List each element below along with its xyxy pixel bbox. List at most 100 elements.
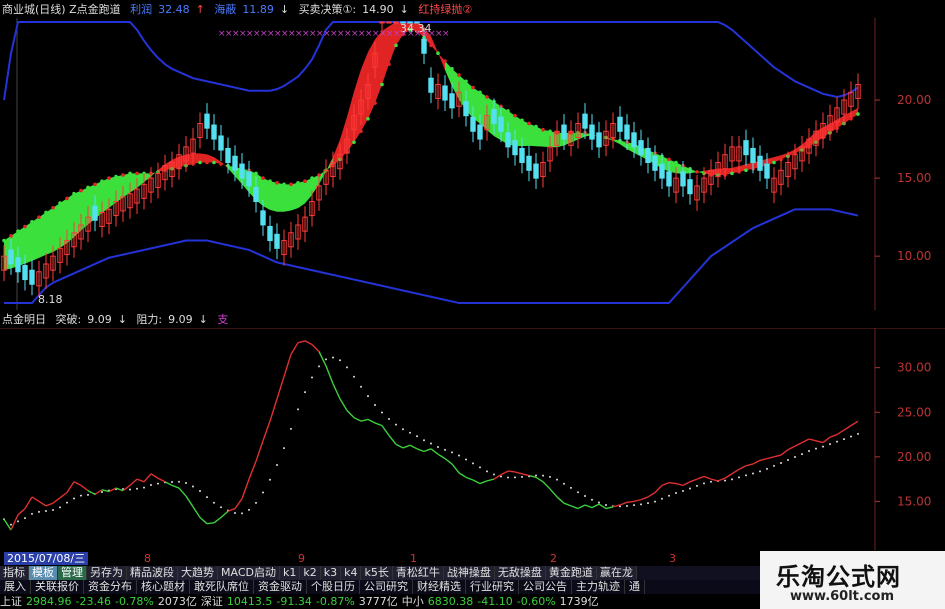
indicator-tab[interactable]: 另存为 — [87, 566, 127, 580]
ma-dot — [59, 506, 61, 509]
indicator-tab[interactable]: 管理 — [58, 566, 87, 580]
trend-ribbon — [333, 139, 340, 166]
info-tab[interactable]: 资金分布 — [84, 580, 137, 594]
indicator-tab[interactable]: 无敌操盘 — [494, 566, 546, 580]
ma-dot — [73, 497, 75, 500]
ma-dot — [206, 496, 208, 499]
info-tab[interactable]: 公司研究 — [360, 580, 413, 594]
ma-dot — [353, 375, 355, 378]
ma-dot — [843, 438, 845, 441]
mid-dot — [772, 160, 776, 165]
chart-title: 商业城(日线) Z点金跑道 — [2, 3, 121, 16]
indicator-segment — [17, 508, 26, 516]
indicator-segment — [262, 420, 271, 442]
ma-dot — [283, 447, 285, 450]
ma-dot — [297, 408, 299, 411]
indicator-segment — [87, 490, 96, 495]
indicator-tab[interactable]: k5长 — [361, 566, 393, 580]
ma-dot — [801, 453, 803, 456]
info-tab[interactable]: 主力轨迹 — [572, 580, 625, 594]
indicator-tab[interactable]: 指标 — [0, 566, 29, 580]
indicator-segment — [10, 514, 19, 531]
mid-dot — [534, 124, 538, 129]
ma-dot — [829, 443, 831, 446]
indicator-segment — [3, 518, 12, 531]
candle-body — [29, 269, 35, 285]
indicator-segment — [836, 429, 845, 436]
indicator-tab[interactable]: k2 — [300, 566, 321, 580]
mid-dot — [289, 182, 293, 187]
ma-dot — [374, 404, 376, 407]
info-tab[interactable]: 公司公告 — [519, 580, 572, 594]
indicator-tab[interactable]: 战神操盘 — [443, 566, 495, 580]
resist-value: 9.09 — [168, 313, 193, 326]
ma-dot — [213, 501, 215, 504]
ticker-item: 中小 — [401, 595, 424, 608]
mid-dot — [268, 179, 272, 184]
indicator-segment — [248, 461, 257, 480]
candle-body — [442, 85, 448, 101]
ticker-item: 深证 — [200, 595, 223, 608]
info-tab[interactable]: 通 — [625, 580, 645, 594]
candle-body — [659, 163, 665, 179]
info-tab[interactable]: 资金驱动 — [254, 580, 307, 594]
info-tab[interactable]: 行业研究 — [466, 580, 519, 594]
indicator-segment — [206, 522, 215, 525]
ticker-item: 3777亿 — [358, 595, 398, 608]
mid-dot — [212, 160, 216, 165]
info-tab[interactable]: 核心题材 — [137, 580, 190, 594]
indicator-tab[interactable]: 大趋势 — [178, 566, 218, 580]
trend-ribbon — [109, 176, 116, 208]
indicator-segment — [437, 453, 446, 460]
indicator-chart[interactable]: 30.00 25.00 20.00 15.00 — [0, 328, 945, 550]
info-tab[interactable]: 个股日历 — [307, 580, 360, 594]
ma-dot — [262, 491, 264, 494]
candle-body — [463, 101, 469, 117]
ma-dot — [423, 439, 425, 442]
ma-dot — [360, 385, 362, 388]
indicator-segment — [374, 422, 383, 427]
ticker-item: 6830.38 — [427, 595, 474, 608]
indicator-tab[interactable]: 赢在龙 — [596, 566, 637, 580]
mid-dot — [527, 121, 531, 126]
trend-ribbon — [46, 207, 53, 255]
indicator-segment — [269, 398, 278, 422]
indicator-tab[interactable]: k1 — [279, 566, 301, 580]
mid-dot — [464, 79, 468, 84]
ma-dot — [780, 461, 782, 464]
ma-dot — [416, 435, 418, 438]
indicator-tab[interactable]: MACD启动 — [218, 566, 280, 580]
mid-dot — [58, 201, 62, 205]
mid-dot — [65, 196, 69, 201]
indicator-tab[interactable]: 黄金跑道 — [545, 566, 597, 580]
indicator-segment — [815, 440, 824, 444]
candle-body — [680, 171, 686, 187]
mid-dot — [849, 116, 853, 121]
indicator-tab[interactable]: 青松红牛 — [392, 566, 444, 580]
mid-dot — [513, 113, 517, 118]
ma-dot — [668, 494, 670, 497]
indicator-segment — [584, 504, 593, 509]
indicator-tab[interactable]: 精品波段 — [127, 566, 178, 580]
trend-ribbon — [39, 212, 46, 258]
indicator-tab[interactable]: 模板 — [29, 566, 58, 580]
price-chart[interactable]: 20.0015.0010.0034.348.18× × × × × × × × × × × × × × × ×… — [0, 18, 945, 310]
mid-dot — [303, 179, 307, 184]
y-tick-label: 20.00 — [897, 450, 931, 464]
indicator-tab[interactable]: k4 — [341, 566, 362, 580]
mid-dot — [520, 118, 524, 123]
candle-body — [232, 155, 238, 171]
candle-body — [624, 124, 630, 140]
info-tab[interactable]: 关联报价 — [31, 580, 84, 594]
mid-dot — [93, 182, 97, 187]
mid-dot — [674, 160, 678, 165]
info-tab[interactable]: 展入 — [0, 580, 31, 594]
ma-dot — [388, 417, 390, 420]
info-tab[interactable]: 敢死队席位 — [190, 580, 254, 594]
ma-dot — [479, 466, 481, 469]
ma-dot — [535, 474, 537, 477]
ma-dot — [556, 478, 558, 481]
info-tab[interactable]: 财经精选 — [413, 580, 466, 594]
indicator-tab[interactable]: k3 — [320, 566, 342, 580]
candle-body — [764, 163, 770, 179]
